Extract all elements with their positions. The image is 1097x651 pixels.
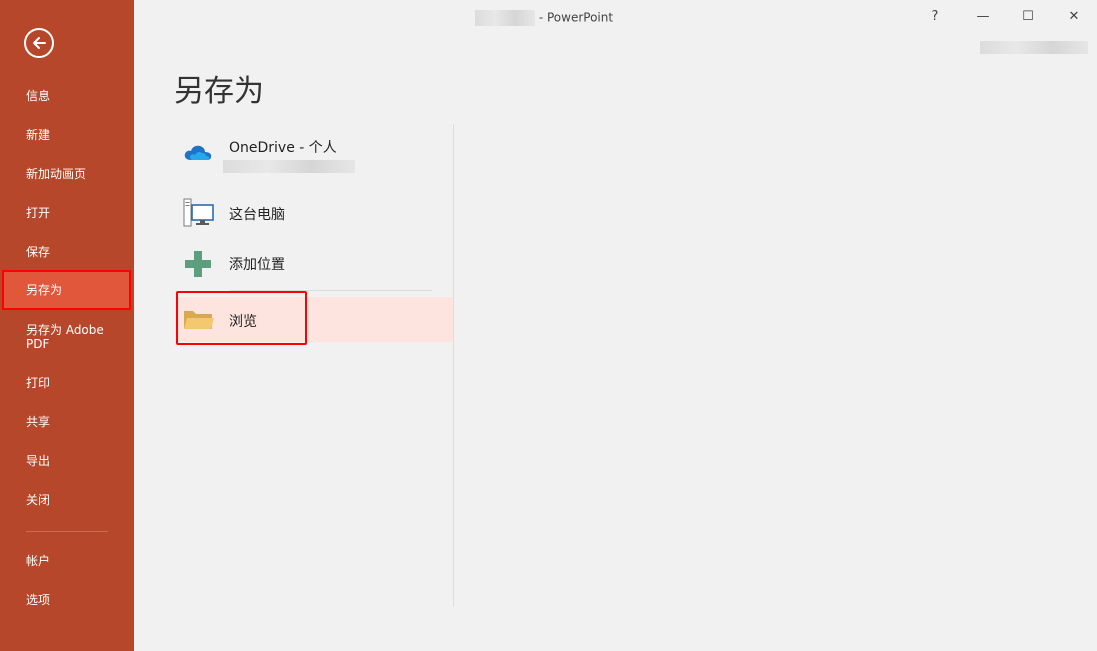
redacted-account-email [223,160,355,173]
sidebar-item-print[interactable]: 打印 [0,376,134,390]
sidebar-item-label: 信息 [26,89,51,103]
sidebar-item-label: 新加动画页 [26,167,87,181]
panel-divider [453,124,454,607]
minimize-icon: — [976,9,990,24]
sidebar-item-account[interactable]: 帐户 [0,554,134,568]
cloud-icon [184,145,212,160]
minimize-button[interactable]: — [970,6,996,28]
help-button[interactable]: ? [922,6,948,28]
browse-highlight-frame [176,291,307,345]
app-name: - PowerPoint [538,10,614,25]
redacted-account-name[interactable] [980,41,1088,54]
sidebar-item-save[interactable]: 保存 [0,245,134,259]
maximize-icon: ☐ [1022,9,1034,24]
back-button[interactable] [24,28,54,58]
location-this-pc[interactable]: 这台电脑 [176,195,453,231]
maximize-button[interactable]: ☐ [1015,6,1041,28]
redacted-filename [475,10,535,26]
sidebar-item-label: 打开 [26,206,51,220]
sidebar-item-label: 新建 [26,128,51,142]
arrow-left-icon [33,37,46,49]
sidebar-item-label: 共享 [26,415,51,429]
sidebar-item-label: 保存 [26,245,51,259]
close-button[interactable]: ✕ [1061,6,1087,28]
sidebar-item-open[interactable]: 打开 [0,206,134,220]
page-title: 另存为 [174,74,264,109]
location-onedrive[interactable]: OneDrive - 个人 [176,134,453,178]
sidebar-item-close[interactable]: 关闭 [0,493,134,507]
sidebar-item-options[interactable]: 选项 [0,593,134,607]
help-icon: ? [931,9,939,24]
computer-icon [183,198,214,227]
plus-icon [185,251,211,277]
sidebar-item-new[interactable]: 新建 [0,128,134,142]
sidebar-item-label: 另存为 Adobe PDF [26,323,104,351]
sidebar-item-share[interactable]: 共享 [0,415,134,429]
sidebar-item-label: 打印 [26,376,51,390]
window-title: - PowerPoint [475,10,613,26]
sidebar-item-label: 关闭 [26,493,51,507]
powerpoint-backstage: 信息 新建 新加动画页 打开 保存 另存为 另存为 Adobe PDF 打印 共… [0,0,1097,651]
sidebar-item-new-animation-page[interactable]: 新加动画页 [0,167,134,181]
sidebar-item-label: 选项 [26,593,51,607]
sidebar-item-label: 帐户 [26,554,51,568]
sidebar-divider [26,531,108,532]
location-label: 这台电脑 [229,207,285,223]
sidebar-item-info[interactable]: 信息 [0,89,134,103]
location-label: 添加位置 [229,257,285,273]
close-icon: ✕ [1068,9,1080,24]
sidebar-item-label: 导出 [26,454,51,468]
location-add-place[interactable]: 添加位置 [176,246,453,280]
sidebar-item-save-as[interactable]: 另存为 [2,270,131,310]
location-label: OneDrive - 个人 [229,140,337,156]
backstage-sidebar: 信息 新建 新加动画页 打开 保存 另存为 另存为 Adobe PDF 打印 共… [0,0,134,651]
sidebar-item-export[interactable]: 导出 [0,454,134,468]
sidebar-item-label: 另存为 [26,283,63,297]
sidebar-item-save-as-adobe-pdf[interactable]: 另存为 Adobe PDF [0,323,120,351]
